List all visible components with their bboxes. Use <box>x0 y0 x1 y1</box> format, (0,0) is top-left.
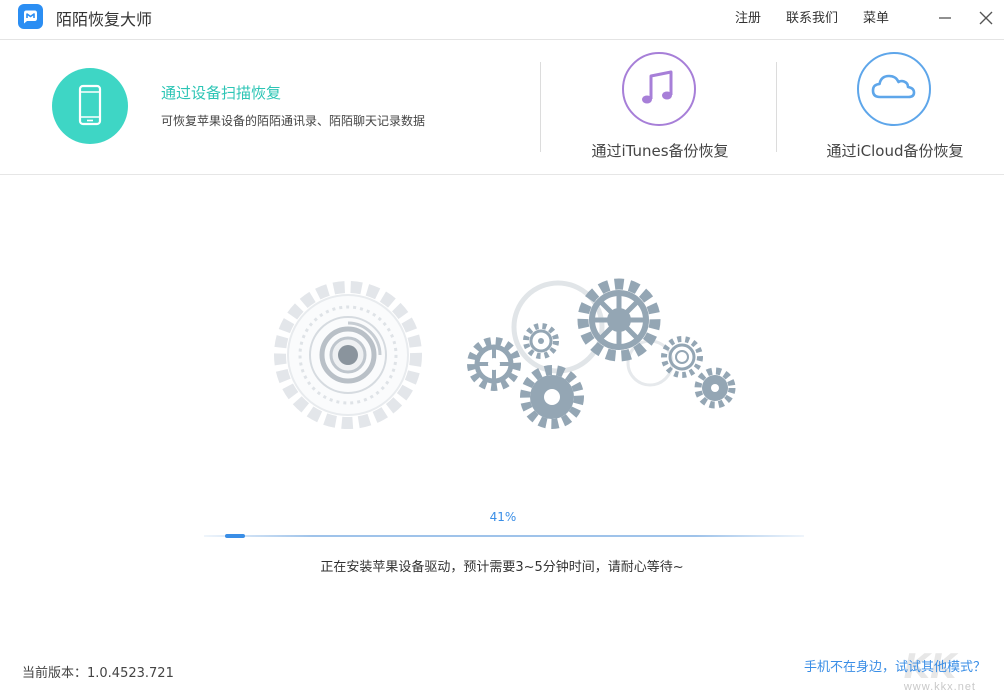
close-button[interactable] <box>976 8 996 28</box>
version-label: 当前版本：1.0.4523.721 <box>22 662 174 681</box>
watermark-url: www.kkx.net <box>904 681 976 693</box>
loading-gears-illustration <box>268 275 748 445</box>
icloud-mode-ring <box>857 52 931 126</box>
app-window: 陌陌恢复大师 注册 联系我们 菜单 <box>0 0 1004 698</box>
mode-itunes-backup[interactable]: 通过iTunes备份恢复 <box>580 52 740 162</box>
momo-logo-icon <box>18 4 43 29</box>
gear-icon <box>664 339 700 375</box>
app-title: 陌陌恢复大师 <box>56 6 152 30</box>
register-link[interactable]: 注册 <box>735 7 761 26</box>
large-pale-gear <box>280 287 416 423</box>
try-other-mode-link[interactable]: 手机不在身边，试试其他模式？ <box>804 656 986 675</box>
mode-icloud-backup[interactable]: 通过iCloud备份恢复 <box>815 52 975 162</box>
minimize-icon <box>935 8 955 28</box>
title-bar: 陌陌恢复大师 注册 联系我们 菜单 <box>0 0 1004 40</box>
progress-status-text: 正在安装苹果设备驱动，预计需要3~5分钟时间，请耐心等待~ <box>0 556 1004 575</box>
music-note-icon <box>624 54 694 124</box>
gear-icon <box>698 371 732 405</box>
progress-bar-track <box>204 535 804 537</box>
minimize-button[interactable] <box>935 8 955 28</box>
gear-icon <box>526 326 556 356</box>
mode-divider <box>540 62 541 152</box>
gear-icon <box>471 341 517 387</box>
itunes-mode-ring <box>622 52 696 126</box>
cloud-icon <box>859 54 929 124</box>
phone-icon <box>52 68 128 144</box>
right-gears <box>471 284 732 424</box>
gear-icon <box>583 284 655 356</box>
itunes-mode-label: 通过iTunes备份恢复 <box>580 140 740 161</box>
device-mode-circle <box>52 68 128 144</box>
recovery-mode-bar: 通过设备扫描恢复 可恢复苹果设备的陌陌通讯录、陌陌聊天记录数据 通过iTunes… <box>0 40 1004 175</box>
mode-divider <box>776 62 777 152</box>
device-mode-description: 可恢复苹果设备的陌陌通讯录、陌陌聊天记录数据 <box>161 112 425 129</box>
mode-device-scan[interactable]: 通过设备扫描恢复 可恢复苹果设备的陌陌通讯录、陌陌聊天记录数据 <box>52 68 512 148</box>
progress-bar-indicator <box>225 534 245 538</box>
gear-icon <box>525 370 579 424</box>
menu-link[interactable]: 菜单 <box>863 7 889 26</box>
close-icon <box>976 8 996 28</box>
device-mode-title: 通过设备扫描恢复 <box>161 82 281 103</box>
progress-percentage: 41% <box>470 510 536 524</box>
contact-us-link[interactable]: 联系我们 <box>786 7 838 26</box>
icloud-mode-label: 通过iCloud备份恢复 <box>815 140 975 161</box>
